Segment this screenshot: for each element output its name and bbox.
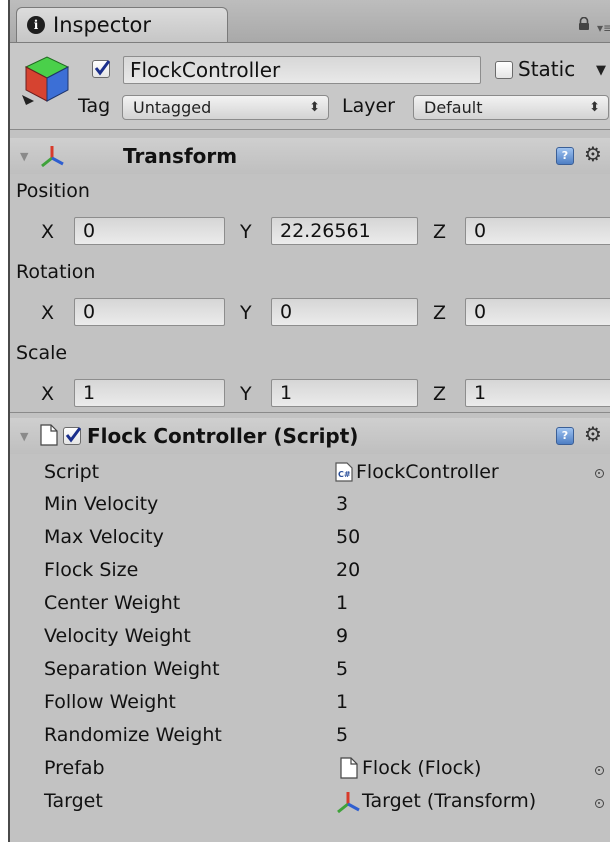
- updown-arrows-icon: ⬍: [589, 100, 600, 115]
- scale-z-field[interactable]: 1: [465, 379, 610, 407]
- rotation-x-field[interactable]: 0: [74, 298, 225, 326]
- help-icon[interactable]: ?: [556, 427, 574, 445]
- transform-axes-icon: [337, 792, 360, 814]
- center-weight-value[interactable]: 1: [336, 592, 348, 614]
- axis-z-label[interactable]: Z: [433, 221, 446, 243]
- lock-icon[interactable]: [577, 17, 591, 31]
- scale-x-field[interactable]: 1: [74, 379, 225, 407]
- axis-x-label[interactable]: X: [41, 383, 54, 405]
- position-y-field[interactable]: 22.26561: [271, 217, 418, 245]
- scale-y-field[interactable]: 1: [271, 379, 418, 407]
- prefab-file-icon: [340, 757, 358, 779]
- property-label: Prefab: [44, 757, 105, 779]
- layer-dropdown[interactable]: Default ⬍: [413, 95, 609, 120]
- gameobject-cube-icon: [22, 56, 70, 105]
- foldout-arrow-icon[interactable]: ▼: [20, 430, 28, 443]
- axis-z-label[interactable]: Z: [433, 302, 446, 324]
- static-checkbox[interactable]: [495, 61, 513, 79]
- rotation-y-field[interactable]: 0: [271, 298, 418, 326]
- updown-arrows-icon: ⬍: [309, 100, 320, 115]
- transform-axes-icon: [41, 146, 64, 168]
- tag-value: Untagged: [133, 98, 212, 117]
- script-title-main: Flock Controller: [87, 424, 267, 448]
- axis-z-label[interactable]: Z: [433, 383, 446, 405]
- object-picker-icon[interactable]: [595, 766, 604, 775]
- axis-x-label[interactable]: X: [41, 302, 54, 324]
- max-velocity-value[interactable]: 50: [336, 526, 360, 548]
- property-label: Randomize Weight: [44, 724, 222, 746]
- property-label: Min Velocity: [44, 493, 159, 515]
- separation-weight-value[interactable]: 5: [336, 658, 348, 680]
- tag-dropdown[interactable]: Untagged ⬍: [122, 95, 329, 120]
- property-label: Follow Weight: [44, 691, 176, 713]
- script-file-icon: [40, 424, 58, 446]
- help-icon[interactable]: ?: [556, 147, 574, 165]
- tab-bar: i Inspector ▾≡: [10, 0, 610, 43]
- property-label: Target: [44, 790, 103, 812]
- velocity-weight-value[interactable]: 9: [336, 625, 348, 647]
- randomize-weight-value[interactable]: 5: [336, 724, 348, 746]
- foldout-arrow-icon[interactable]: ▼: [20, 150, 28, 163]
- script-component-title: Flock Controller (Script): [87, 424, 358, 448]
- position-label: Position: [16, 180, 90, 202]
- tab-inspector[interactable]: i Inspector: [16, 7, 228, 42]
- object-header: FlockController Static ▼ Tag Untagged ⬍ …: [10, 43, 610, 130]
- property-label: Max Velocity: [44, 526, 164, 548]
- transform-header[interactable]: ▼ Transform ? ⚙: [10, 138, 610, 174]
- object-picker-icon[interactable]: [595, 469, 604, 478]
- follow-weight-value[interactable]: 1: [336, 691, 348, 713]
- min-velocity-value[interactable]: 3: [336, 493, 348, 515]
- position-x-field[interactable]: 0: [74, 217, 225, 245]
- property-label: Separation Weight: [44, 658, 220, 680]
- static-label: Static: [518, 57, 576, 81]
- rotation-label: Rotation: [16, 261, 96, 283]
- transform-title: Transform: [123, 144, 238, 168]
- object-picker-icon[interactable]: [595, 799, 604, 808]
- inspector-window: i Inspector ▾≡ FlockController Static ▼ …: [8, 0, 610, 842]
- rotation-z-field[interactable]: 0: [465, 298, 610, 326]
- csharp-script-icon: C#: [335, 462, 353, 482]
- property-label: Flock Size: [44, 559, 139, 581]
- component-divider: [10, 412, 610, 413]
- axis-x-label[interactable]: X: [41, 221, 54, 243]
- layer-label: Layer: [342, 95, 395, 117]
- property-label: Velocity Weight: [44, 625, 191, 647]
- scale-label: Scale: [16, 342, 68, 364]
- script-component-header[interactable]: ▼ Flock Controller (Script) ? ⚙: [10, 418, 610, 454]
- info-icon: i: [27, 16, 45, 34]
- panel-menu-icon[interactable]: ▾≡: [597, 21, 610, 35]
- axis-y-label[interactable]: Y: [240, 302, 252, 324]
- property-label: Script: [44, 461, 100, 483]
- prefab-ref-value[interactable]: Flock (Flock): [362, 757, 481, 779]
- tab-label: Inspector: [53, 13, 151, 37]
- script-ref-value[interactable]: FlockController: [356, 461, 499, 483]
- target-ref-value[interactable]: Target (Transform): [362, 790, 536, 812]
- script-enabled-checkbox[interactable]: [63, 427, 81, 445]
- axis-y-label[interactable]: Y: [240, 221, 252, 243]
- flock-size-value[interactable]: 20: [336, 559, 360, 581]
- gear-icon[interactable]: ⚙: [584, 422, 602, 446]
- script-title-suffix: (Script): [273, 424, 359, 448]
- axis-y-label[interactable]: Y: [240, 383, 252, 405]
- svg-text:C#: C#: [338, 470, 351, 479]
- property-label: Center Weight: [44, 592, 181, 614]
- static-dropdown-icon[interactable]: ▼: [596, 63, 606, 78]
- layer-value: Default: [424, 98, 483, 117]
- object-name-field[interactable]: FlockController: [123, 56, 481, 84]
- position-z-field[interactable]: 0: [465, 217, 610, 245]
- gear-icon[interactable]: ⚙: [584, 142, 602, 166]
- active-checkbox[interactable]: [92, 60, 110, 78]
- tag-label: Tag: [78, 95, 111, 117]
